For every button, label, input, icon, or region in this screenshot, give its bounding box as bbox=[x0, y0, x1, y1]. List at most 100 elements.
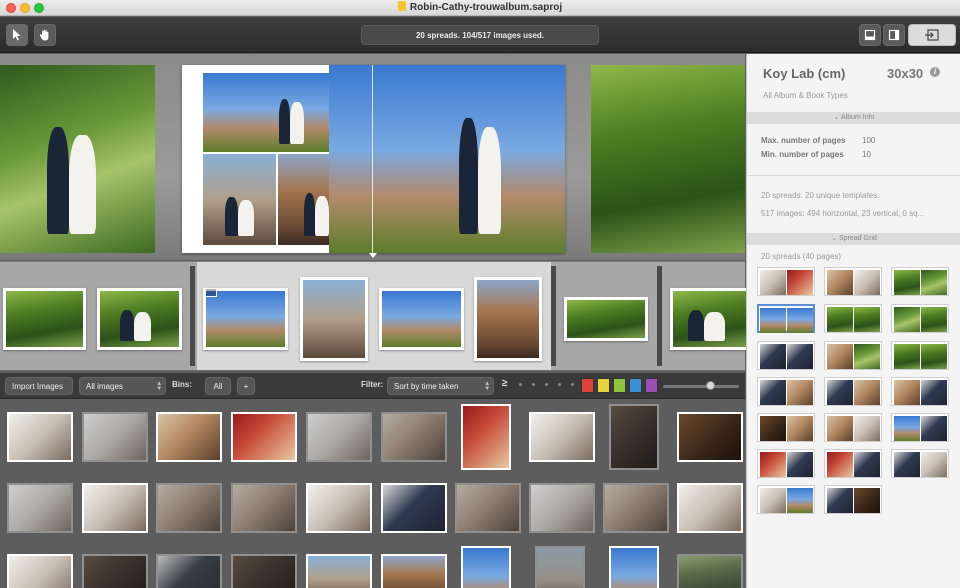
spread-template[interactable] bbox=[891, 304, 949, 333]
grid-image[interactable] bbox=[677, 483, 743, 533]
rating-dot-icon[interactable] bbox=[532, 383, 535, 386]
import-images-button[interactable]: Import Images bbox=[5, 377, 73, 395]
spread-template[interactable] bbox=[891, 267, 949, 296]
grid-image[interactable] bbox=[306, 483, 372, 533]
spread-template[interactable] bbox=[891, 449, 949, 478]
strip-thumb[interactable] bbox=[97, 288, 182, 350]
spread-template[interactable] bbox=[891, 377, 949, 406]
rating-dot-icon[interactable] bbox=[571, 383, 574, 386]
spread-template[interactable] bbox=[824, 341, 882, 370]
spread-template[interactable] bbox=[824, 304, 882, 333]
strip-thumb[interactable] bbox=[670, 288, 750, 350]
color-label-purple[interactable] bbox=[645, 378, 658, 393]
spread-template[interactable] bbox=[891, 413, 949, 442]
max-pages-value: 100 bbox=[862, 136, 876, 145]
color-label-red[interactable] bbox=[581, 378, 594, 393]
add-bin-button[interactable]: + bbox=[237, 377, 255, 395]
album-size[interactable]: 30x30 bbox=[887, 66, 923, 81]
rating-operator[interactable]: ≥ bbox=[502, 378, 508, 389]
spread-template[interactable] bbox=[891, 341, 949, 370]
spread-template[interactable] bbox=[824, 267, 882, 296]
single-page-view-button[interactable] bbox=[859, 24, 881, 46]
rating-dot-icon[interactable] bbox=[558, 383, 561, 386]
grid-image[interactable] bbox=[455, 483, 521, 533]
grid-image[interactable] bbox=[603, 483, 669, 533]
grid-image[interactable] bbox=[7, 483, 73, 533]
grid-image[interactable] bbox=[306, 412, 372, 462]
grid-image[interactable] bbox=[156, 554, 222, 588]
spread-photo-right-hero[interactable] bbox=[329, 65, 565, 253]
spread-template[interactable] bbox=[757, 413, 815, 442]
grid-image[interactable] bbox=[381, 412, 447, 462]
album-type[interactable]: Koy Lab (cm) bbox=[763, 66, 845, 81]
current-spread[interactable] bbox=[182, 65, 565, 253]
spread-template[interactable] bbox=[757, 377, 815, 406]
spread-photo-top-left[interactable] bbox=[203, 73, 329, 152]
grid-image[interactable] bbox=[231, 412, 297, 462]
grid-image[interactable] bbox=[156, 412, 222, 462]
spread-grid-header[interactable]: ⌄ Spread Grid bbox=[747, 233, 960, 245]
spread-template[interactable] bbox=[824, 377, 882, 406]
grid-image[interactable] bbox=[156, 483, 222, 533]
strip-thumb[interactable] bbox=[379, 288, 464, 350]
spread-template[interactable] bbox=[824, 413, 882, 442]
spread-photo-bottom-left[interactable] bbox=[203, 154, 276, 245]
spreads-strip[interactable] bbox=[0, 261, 750, 371]
strip-thumb[interactable] bbox=[203, 288, 288, 350]
spread-spine-line bbox=[372, 65, 373, 253]
grid-image[interactable] bbox=[7, 412, 73, 462]
info-icon[interactable]: i bbox=[930, 67, 940, 77]
thumbnail-size-slider[interactable] bbox=[663, 385, 739, 388]
grid-image[interactable] bbox=[381, 483, 447, 533]
export-button[interactable] bbox=[908, 24, 956, 46]
album-stage[interactable] bbox=[0, 54, 745, 260]
previous-spread-photo[interactable] bbox=[0, 65, 155, 253]
spread-template[interactable] bbox=[757, 449, 815, 478]
hand-tool-button[interactable] bbox=[34, 24, 56, 46]
grid-image[interactable] bbox=[677, 412, 743, 462]
image-grid[interactable] bbox=[0, 400, 745, 588]
pointer-tool-button[interactable] bbox=[6, 24, 28, 46]
grid-image[interactable] bbox=[609, 546, 659, 588]
toolbar: 20 spreads. 104/517 images used. bbox=[0, 17, 960, 53]
next-spread-photo[interactable] bbox=[591, 65, 745, 253]
spread-template[interactable] bbox=[824, 485, 882, 514]
spread-template[interactable] bbox=[757, 267, 815, 296]
grid-image[interactable] bbox=[381, 554, 447, 588]
grid-image[interactable] bbox=[461, 546, 511, 588]
color-label-green[interactable] bbox=[613, 378, 626, 393]
grid-image[interactable] bbox=[7, 554, 73, 588]
color-label-blue[interactable] bbox=[629, 378, 642, 393]
thumbnail-size-slider-knob[interactable] bbox=[706, 381, 715, 390]
pointer-icon bbox=[13, 29, 21, 41]
bin-all-button[interactable]: All bbox=[205, 377, 231, 395]
spread-template[interactable] bbox=[824, 449, 882, 478]
sort-select[interactable]: Sort by time taken ▴ ▾ bbox=[387, 377, 494, 395]
grid-image[interactable] bbox=[231, 483, 297, 533]
grid-image[interactable] bbox=[677, 554, 743, 588]
rating-dot-icon[interactable] bbox=[519, 383, 522, 386]
grid-image[interactable] bbox=[461, 404, 511, 470]
album-info-header[interactable]: ⌄ Album Info bbox=[747, 112, 960, 124]
color-label-yellow[interactable] bbox=[597, 378, 610, 393]
grid-image[interactable] bbox=[535, 546, 585, 588]
strip-thumb[interactable] bbox=[3, 288, 86, 350]
spread-template[interactable] bbox=[757, 485, 815, 514]
grid-image[interactable] bbox=[82, 554, 148, 588]
strip-thumb[interactable] bbox=[300, 277, 368, 361]
grid-image[interactable] bbox=[306, 554, 372, 588]
grid-image[interactable] bbox=[231, 554, 297, 588]
strip-thumb[interactable] bbox=[474, 277, 542, 361]
grid-image[interactable] bbox=[529, 483, 595, 533]
grid-image[interactable] bbox=[82, 412, 148, 462]
strip-thumb[interactable] bbox=[564, 297, 648, 341]
spread-spine-marker bbox=[369, 253, 377, 258]
spread-template-selected[interactable] bbox=[757, 304, 815, 333]
image-filter-select[interactable]: All images ▴ ▾ bbox=[79, 377, 166, 395]
grid-image[interactable] bbox=[529, 412, 595, 462]
spread-template[interactable] bbox=[757, 341, 815, 370]
rating-dot-icon[interactable] bbox=[545, 383, 548, 386]
sidebar-view-button[interactable] bbox=[883, 24, 905, 46]
grid-image[interactable] bbox=[609, 404, 659, 470]
grid-image[interactable] bbox=[82, 483, 148, 533]
